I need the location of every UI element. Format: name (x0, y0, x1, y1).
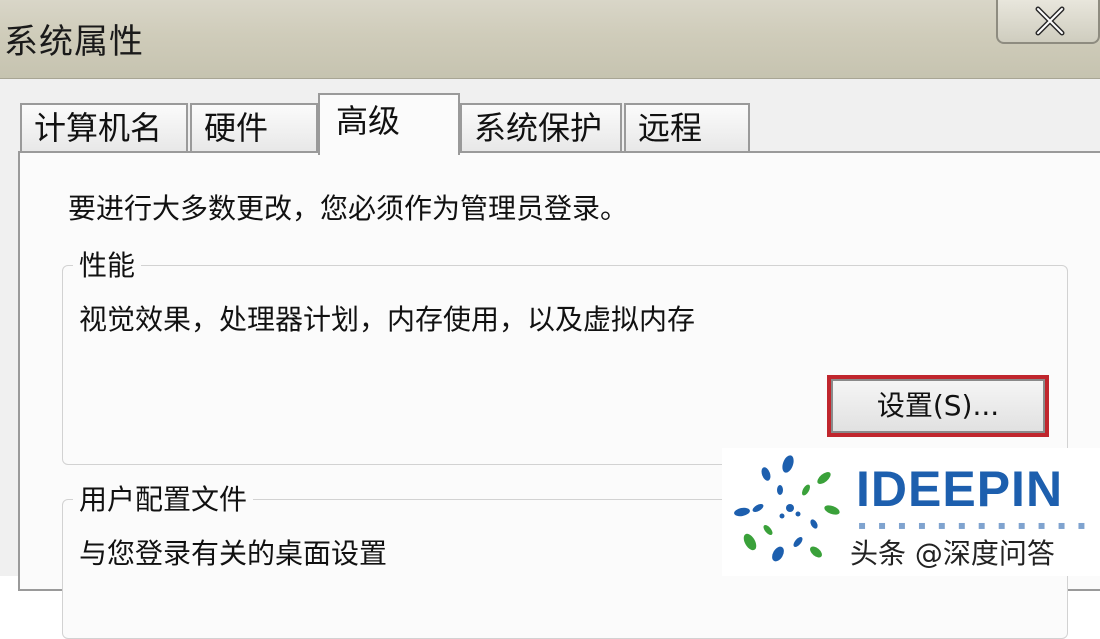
tab-strip: 计算机名 硬件 高级 系统保护 远程 (0, 79, 1100, 155)
tab-system-protection[interactable]: 系统保护 (460, 103, 622, 153)
performance-description: 视觉效果，处理器计划，内存使用，以及虚拟内存 (79, 303, 696, 336)
tab-computer-name[interactable]: 计算机名 (20, 103, 188, 153)
tab-remote[interactable]: 远程 (624, 103, 750, 153)
tab-hardware[interactable]: 硬件 (190, 103, 318, 153)
user-profiles-description: 与您登录有关的桌面设置 (79, 537, 388, 570)
admin-note: 要进行大多数更改，您必须作为管理员登录。 (68, 192, 629, 225)
watermark-credit: 头条 @深度问答 (850, 537, 1055, 570)
watermark-brand: IDEEPIN (856, 461, 1064, 517)
spiral-dots-logo (734, 455, 840, 562)
performance-settings-button[interactable]: 设置(S)... (827, 375, 1049, 437)
user-profiles-legend: 用户配置文件 (73, 478, 254, 518)
close-button[interactable] (996, 0, 1100, 44)
performance-legend: 性能 (73, 244, 142, 284)
window-title: 系统属性 (4, 22, 144, 62)
tab-advanced[interactable]: 高级 (318, 93, 460, 155)
watermark: IDEEPIN ▪ ▪ ▪ ▪ ▪ ▪ ▪ ▪ ▪ ▪ ▪ ▪ 头条 @深度问答 (722, 448, 1100, 576)
watermark-divider: ▪ ▪ ▪ ▪ ▪ ▪ ▪ ▪ ▪ ▪ ▪ ▪ (858, 518, 1090, 532)
title-bar: 系统属性 (0, 0, 1100, 79)
performance-group: 性能 视觉效果，处理器计划，内存使用，以及虚拟内存 设置(S)... (62, 244, 1068, 465)
close-x-icon (1035, 6, 1065, 36)
